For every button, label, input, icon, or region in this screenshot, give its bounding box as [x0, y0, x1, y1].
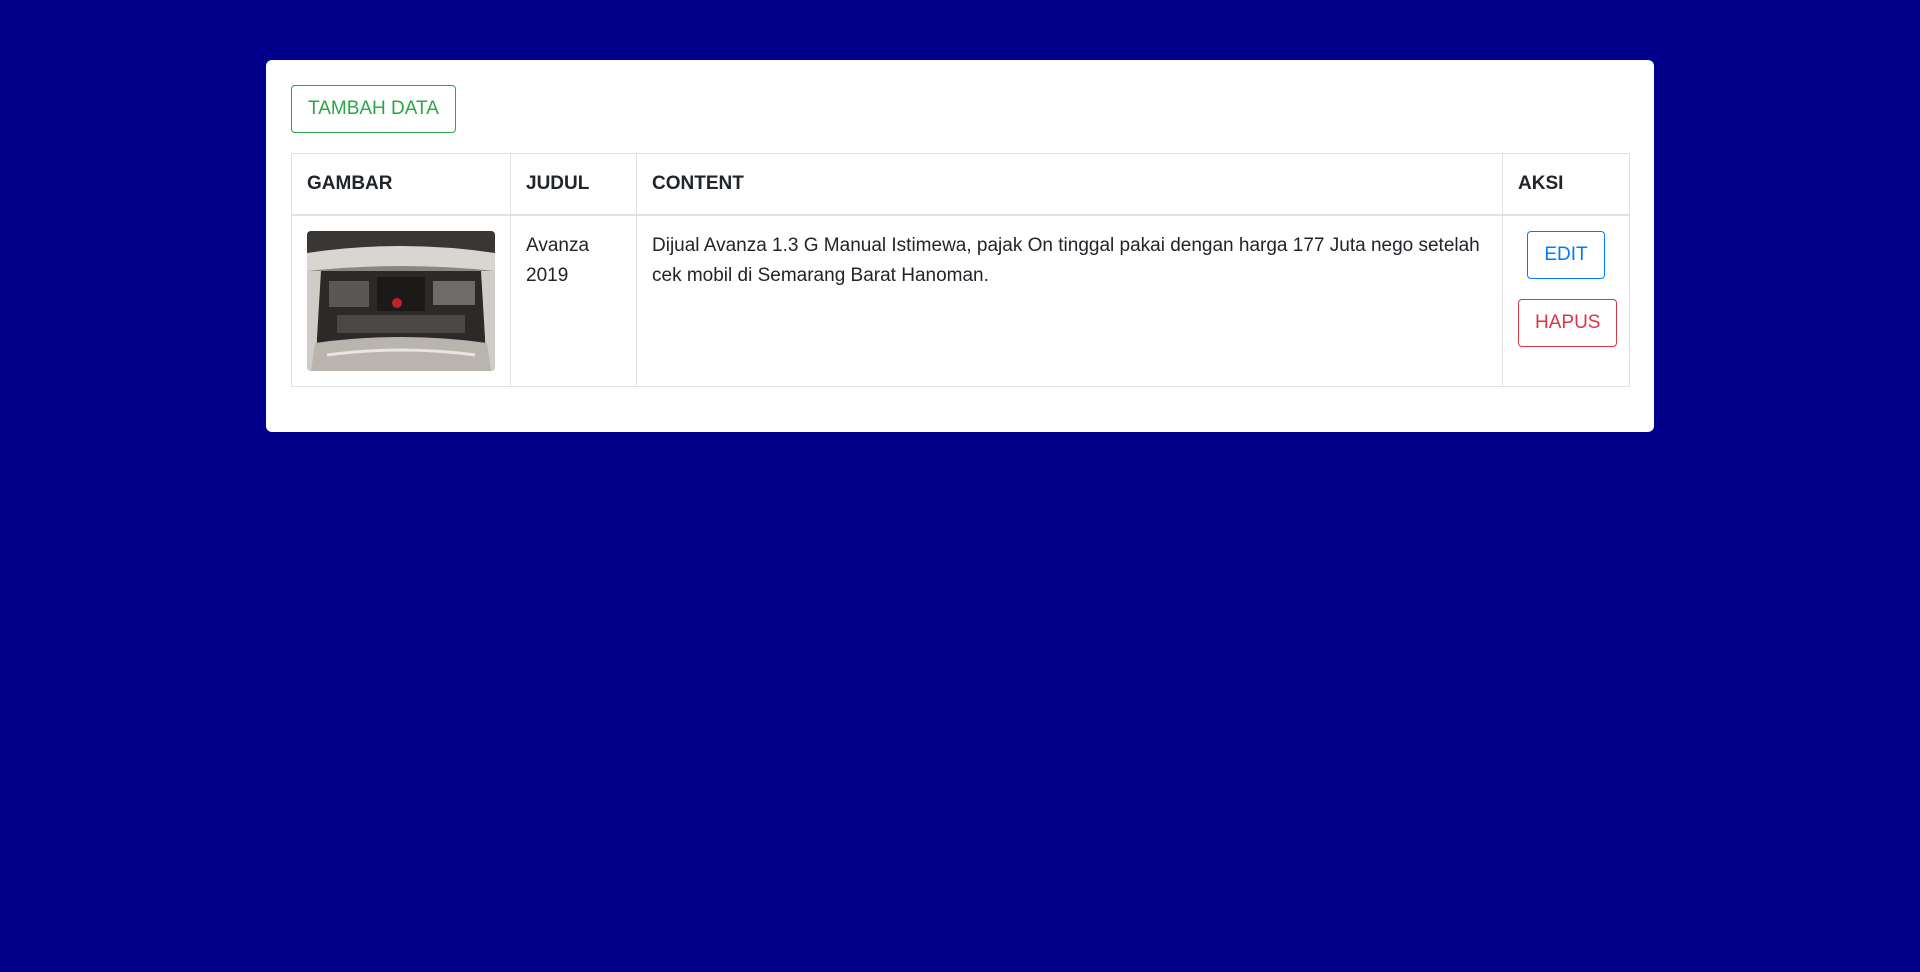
table-row: Avanza 2019 Dijual Avanza 1.3 G Manual I…	[291, 214, 1630, 387]
cell-title: Avanza 2019	[510, 214, 637, 387]
data-table: GAMBAR JUDUL CONTENT AKSI Avanza 2019 Di…	[291, 153, 1630, 387]
delete-button[interactable]: HAPUS	[1518, 299, 1618, 347]
car-engine-image	[307, 231, 495, 371]
cell-image	[291, 214, 511, 387]
header-aksi: AKSI	[1502, 153, 1630, 216]
table-header-row: GAMBAR JUDUL CONTENT AKSI	[291, 153, 1630, 216]
cell-content: Dijual Avanza 1.3 G Manual Istimewa, paj…	[636, 214, 1503, 387]
cell-actions: EDIT HAPUS	[1502, 214, 1630, 387]
add-data-button[interactable]: TAMBAH DATA	[291, 85, 456, 133]
header-judul: JUDUL	[510, 153, 637, 216]
content-card: TAMBAH DATA GAMBAR JUDUL CONTENT AKSI Av…	[266, 60, 1654, 432]
header-gambar: GAMBAR	[291, 153, 511, 216]
header-content: CONTENT	[636, 153, 1503, 216]
edit-button[interactable]: EDIT	[1527, 231, 1605, 279]
